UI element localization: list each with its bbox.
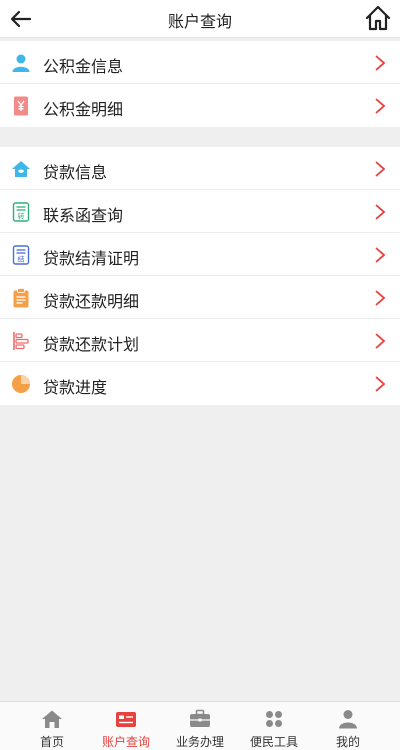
menu-item-repayment-detail[interactable]: 贷款还款明细: [0, 276, 400, 319]
menu-item-repayment-plan[interactable]: 贷款还款计划: [0, 319, 400, 362]
home-icon: [42, 710, 62, 728]
chevron-right-icon: [375, 247, 386, 263]
tab-home[interactable]: 首页: [12, 702, 92, 750]
menu-item-label: 贷款信息: [43, 163, 108, 182]
tab-label: 首页: [39, 735, 64, 749]
loan-group: 贷款信息 转 联系函查询 结 贷款结清证明 贷款还款明细 贷款还款计划 贷款进度: [0, 147, 400, 405]
chevron-right-icon: [375, 204, 386, 220]
menu-item-loan-progress[interactable]: 贷款进度: [0, 362, 400, 405]
bottom-tab-bar: 首页 账户查询 业务办理 便民工具 我的: [0, 701, 400, 750]
tab-label: 业务办理: [175, 735, 224, 749]
tab-label: 账户查询: [101, 735, 150, 749]
house-icon: [12, 161, 30, 177]
id-card-icon: [116, 712, 136, 727]
clipboard-icon: [13, 288, 29, 308]
chevron-right-icon: [375, 333, 386, 349]
user-icon: [339, 710, 357, 729]
menu-item-label: 公积金信息: [43, 57, 124, 76]
transfer-doc-icon: 转: [12, 202, 30, 222]
briefcase-icon: [190, 709, 210, 727]
menu-item-label: 贷款还款计划: [43, 335, 140, 354]
settle-badge: 结: [18, 255, 25, 264]
tab-label: 我的: [335, 735, 360, 749]
chevron-right-icon: [375, 376, 386, 392]
chevron-right-icon: [375, 290, 386, 306]
menu-item-label: 贷款还款明细: [43, 292, 140, 311]
account-info-group: 公积金信息 公积金明细: [0, 41, 400, 127]
tab-business[interactable]: 业务办理: [160, 702, 240, 750]
menu-item-fund-detail[interactable]: 公积金明细: [0, 84, 400, 127]
progress-pie-icon: [12, 375, 30, 393]
transfer-badge: 转: [18, 212, 25, 221]
menu-item-contact-letter[interactable]: 转 联系函查询: [0, 190, 400, 233]
person-icon: [12, 54, 30, 72]
menu-item-label: 贷款结清证明: [43, 249, 140, 268]
tab-label: 便民工具: [249, 735, 298, 749]
tab-mine[interactable]: 我的: [308, 702, 388, 750]
tab-account-query[interactable]: 账户查询: [86, 702, 166, 750]
top-bar: 账户查询: [0, 0, 400, 38]
tab-tools[interactable]: 便民工具: [234, 702, 314, 750]
menu-item-loan-info[interactable]: 贷款信息: [0, 147, 400, 190]
page-title: 账户查询: [167, 12, 232, 31]
home-icon[interactable]: [364, 4, 392, 32]
menu-item-fund-info[interactable]: 公积金信息: [0, 41, 400, 84]
grid-icon: [266, 711, 282, 727]
chevron-right-icon: [375, 55, 386, 71]
plan-bars-icon: [13, 332, 29, 350]
chevron-right-icon: [375, 98, 386, 114]
menu-item-label: 贷款进度: [43, 378, 108, 397]
menu-item-settlement-certificate[interactable]: 结 贷款结清证明: [0, 233, 400, 276]
menu-item-label: 公积金明细: [43, 100, 124, 119]
settle-doc-icon: 结: [12, 245, 30, 265]
menu-item-label: 联系函查询: [43, 206, 124, 225]
yen-card-icon: [14, 96, 28, 116]
chevron-right-icon: [375, 161, 386, 177]
